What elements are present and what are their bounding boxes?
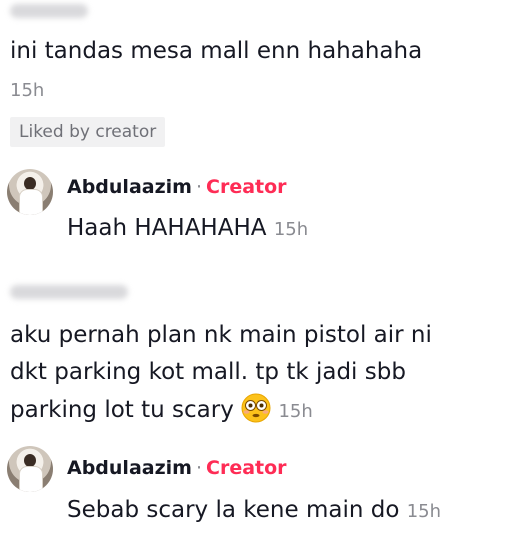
comment-text-line-3-row: parking lot tu scary 15h (10, 393, 313, 429)
commenter-username-blurred[interactable] (10, 285, 128, 299)
comment-timestamp: 15h (278, 401, 313, 422)
flushed-face-emoji-icon (241, 393, 271, 423)
reply-author-name[interactable]: Abdulaazim (67, 457, 192, 479)
liked-by-creator-badge: Liked by creator (10, 117, 166, 147)
reply-timestamp: 15h (406, 501, 442, 522)
comment-text-line-3: parking lot tu scary (10, 397, 234, 423)
comment-text: ini tandas mesa mall enn hahahaha (10, 38, 423, 64)
comment-timestamp: 15h (10, 80, 45, 101)
comment-text-line-2: dkt parking kot mall. tp tk jadi sbb (10, 359, 406, 385)
creator-avatar[interactable] (7, 169, 53, 215)
creator-label: Creator (206, 176, 287, 198)
commenter-username-blurred[interactable] (10, 4, 88, 18)
reply-text: Sebab scary la kene main do (67, 497, 400, 523)
reply-text-line: Haah HAHAHAHA 15h (67, 211, 308, 247)
creator-avatar[interactable] (7, 446, 53, 492)
creator-label: Creator (206, 457, 287, 479)
separator-dot: · (195, 176, 203, 198)
reply-text: Haah HAHAHAHA (67, 215, 267, 241)
comment-text-line-1: aku pernah plan nk main pistol air ni (10, 322, 432, 348)
separator-dot: · (195, 457, 203, 479)
reply-header: Abdulaazim · Creator (67, 455, 287, 481)
reply-author-name[interactable]: Abdulaazim (67, 176, 192, 198)
reply-header: Abdulaazim · Creator (67, 174, 287, 200)
reply-text-line: Sebab scary la kene main do 15h (67, 493, 441, 529)
reply-timestamp: 15h (273, 219, 309, 240)
